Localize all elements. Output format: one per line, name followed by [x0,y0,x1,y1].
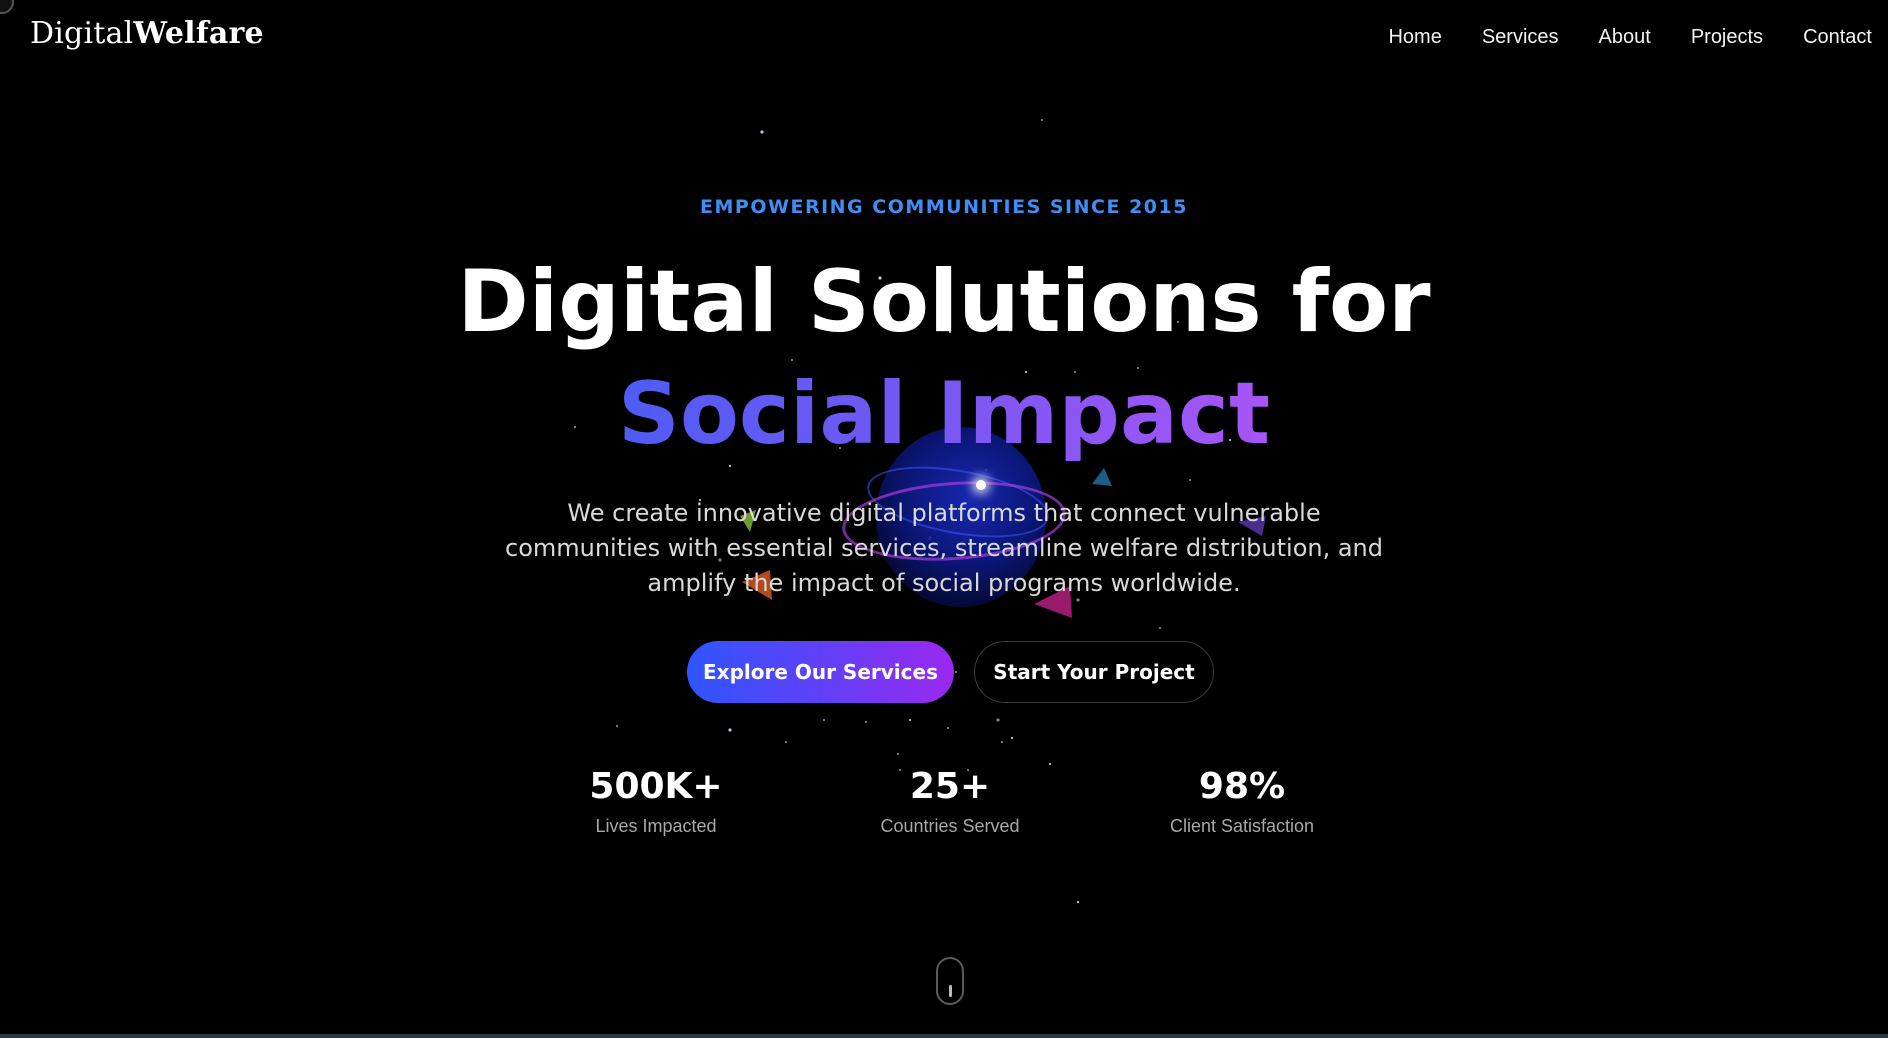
star-dot [1048,762,1052,766]
stat-label: Client Satisfaction [1169,816,1315,836]
hero-description: We create innovative digital platforms t… [505,499,1383,597]
start-project-button[interactable]: Start Your Project [974,641,1214,703]
star-dot [946,726,950,730]
star-dot [822,718,826,722]
globe-glint [976,480,986,490]
hero-tagline: EMPOWERING COMMUNITIES SINCE 2015 [700,196,1188,218]
star-dot [1010,736,1014,740]
star-dot [896,752,900,756]
star-dot [996,718,1000,722]
star-dot [864,720,868,724]
hero-title-line1: Digital Solutions for [457,252,1431,352]
stat-countries-served: 25+ Countries Served [860,762,1040,837]
star-dot [784,740,788,744]
stat-lives-impacted: 500K+ Lives Impacted [576,762,736,837]
star-dot [1158,626,1162,630]
star-dot [908,718,912,722]
star-dot [1000,740,1004,744]
star-dot [1040,118,1044,122]
hero-title-line2: Social Impact [0,364,1888,464]
hero-title-gradient-text: Social Impact [617,364,1271,464]
scroll-down-indicator[interactable] [936,957,964,1005]
stat-value: 98% [1198,766,1286,807]
scroll-wheel-icon [949,985,952,997]
star-dot [1188,478,1192,482]
explore-services-button[interactable]: Explore Our Services [687,641,954,703]
star-dot [615,724,619,728]
star-dot [954,670,958,674]
stat-label: Countries Served [880,816,1020,836]
teal-shard-shape [1092,468,1112,486]
bottom-divider [0,1034,1888,1038]
star-dot [728,464,732,468]
stat-value: 500K+ [589,766,723,807]
stat-value: 25+ [909,766,991,807]
star-dot [1076,900,1080,904]
star-dot [790,358,794,362]
star-dot [760,130,764,134]
stat-label: Lives Impacted [595,816,717,836]
stat-client-satisfaction: 98% Client Satisfaction [1152,762,1332,837]
star-dot [728,728,732,732]
